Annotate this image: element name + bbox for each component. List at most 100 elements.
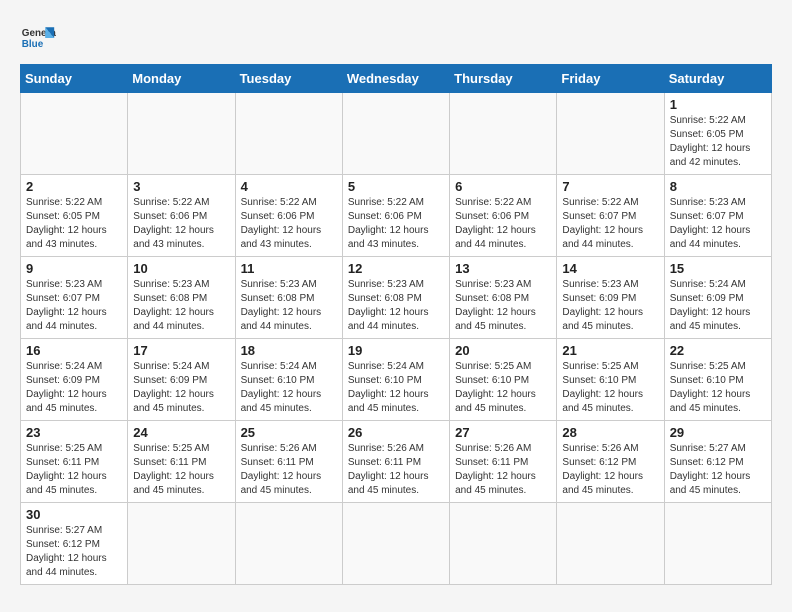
day-number: 28 (562, 425, 658, 440)
day-info: Sunrise: 5:22 AM Sunset: 6:06 PM Dayligh… (455, 196, 551, 252)
page-container: General Blue SundayMondayTuesdayWednesda… (20, 20, 772, 585)
day-number: 12 (348, 261, 444, 276)
day-info: Sunrise: 5:22 AM Sunset: 6:06 PM Dayligh… (133, 196, 229, 252)
day-info: Sunrise: 5:27 AM Sunset: 6:12 PM Dayligh… (26, 524, 122, 580)
calendar-week-4: 16Sunrise: 5:24 AM Sunset: 6:09 PM Dayli… (21, 339, 772, 421)
calendar-cell: 3 Sunrise: 5:22 AM Sunset: 6:06 PM Daylig… (128, 175, 235, 257)
day-info: Sunrise: 5:22 AM Sunset: 6:05 PM Dayligh… (670, 114, 766, 170)
day-info: Sunrise: 5:25 AM Sunset: 6:10 PM Dayligh… (455, 360, 551, 416)
calendar-cell (450, 93, 557, 175)
weekday-header-saturday: Saturday (664, 65, 771, 93)
calendar-cell (342, 93, 449, 175)
day-info: Sunrise: 5:26 AM Sunset: 6:11 PM Dayligh… (348, 442, 444, 498)
calendar-cell: 6Sunrise: 5:22 AM Sunset: 6:06 PM Daylig… (450, 175, 557, 257)
day-info: Sunrise: 5:23 AM Sunset: 6:08 PM Dayligh… (455, 278, 551, 334)
day-number: 13 (455, 261, 551, 276)
calendar-cell (21, 93, 128, 175)
calendar-week-2: 2 Sunrise: 5:22 AM Sunset: 6:05 PM Daylig… (21, 175, 772, 257)
calendar-cell: 2 Sunrise: 5:22 AM Sunset: 6:05 PM Daylig… (21, 175, 128, 257)
day-number: 8 (670, 179, 766, 194)
day-info: Sunrise: 5:23 AM Sunset: 6:09 PM Dayligh… (562, 278, 658, 334)
day-info: Sunrise: 5:23 AM Sunset: 6:08 PM Dayligh… (241, 278, 337, 334)
day-info: Sunrise: 5:22 AM Sunset: 6:06 PM Dayligh… (348, 196, 444, 252)
calendar-week-6: 30 Sunrise: 5:27 AM Sunset: 6:12 PM Dayli… (21, 503, 772, 585)
calendar-cell (235, 93, 342, 175)
day-number: 22 (670, 343, 766, 358)
calendar-week-5: 23 Sunrise: 5:25 AM Sunset: 6:11 PM Dayli… (21, 421, 772, 503)
page-header: General Blue (20, 20, 772, 56)
day-number: 20 (455, 343, 551, 358)
calendar-cell: 21Sunrise: 5:25 AM Sunset: 6:10 PM Dayli… (557, 339, 664, 421)
calendar-cell: 8Sunrise: 5:23 AM Sunset: 6:07 PM Daylig… (664, 175, 771, 257)
day-number: 17 (133, 343, 229, 358)
calendar-cell (128, 93, 235, 175)
calendar-cell: 27Sunrise: 5:26 AM Sunset: 6:11 PM Dayli… (450, 421, 557, 503)
day-info: Sunrise: 5:25 AM Sunset: 6:10 PM Dayligh… (562, 360, 658, 416)
weekday-header-friday: Friday (557, 65, 664, 93)
calendar-cell: 29 Sunrise: 5:27 AM Sunset: 6:12 PM Dayli… (664, 421, 771, 503)
day-info: Sunrise: 5:26 AM Sunset: 6:11 PM Dayligh… (241, 442, 337, 498)
calendar-cell: 24Sunrise: 5:25 AM Sunset: 6:11 PM Dayli… (128, 421, 235, 503)
calendar-cell (450, 503, 557, 585)
calendar-cell: 13 Sunrise: 5:23 AM Sunset: 6:08 PM Dayli… (450, 257, 557, 339)
calendar-cell: 28Sunrise: 5:26 AM Sunset: 6:12 PM Dayli… (557, 421, 664, 503)
day-info: Sunrise: 5:25 AM Sunset: 6:11 PM Dayligh… (26, 442, 122, 498)
day-number: 3 (133, 179, 229, 194)
calendar-cell: 9Sunrise: 5:23 AM Sunset: 6:07 PM Daylig… (21, 257, 128, 339)
day-number: 5 (348, 179, 444, 194)
calendar-cell (557, 503, 664, 585)
day-number: 23 (26, 425, 122, 440)
day-number: 30 (26, 507, 122, 522)
day-info: Sunrise: 5:24 AM Sunset: 6:09 PM Dayligh… (26, 360, 122, 416)
day-number: 2 (26, 179, 122, 194)
weekday-header-monday: Monday (128, 65, 235, 93)
day-info: Sunrise: 5:24 AM Sunset: 6:09 PM Dayligh… (133, 360, 229, 416)
calendar-cell: 1 Sunrise: 5:22 AM Sunset: 6:05 PM Daylig… (664, 93, 771, 175)
day-info: Sunrise: 5:25 AM Sunset: 6:10 PM Dayligh… (670, 360, 766, 416)
calendar-cell: 14 Sunrise: 5:23 AM Sunset: 6:09 PM Dayli… (557, 257, 664, 339)
day-number: 10 (133, 261, 229, 276)
day-number: 26 (348, 425, 444, 440)
day-number: 29 (670, 425, 766, 440)
calendar-cell: 16Sunrise: 5:24 AM Sunset: 6:09 PM Dayli… (21, 339, 128, 421)
day-info: Sunrise: 5:26 AM Sunset: 6:11 PM Dayligh… (455, 442, 551, 498)
calendar-cell: 10 Sunrise: 5:23 AM Sunset: 6:08 PM Dayli… (128, 257, 235, 339)
calendar-cell: 30 Sunrise: 5:27 AM Sunset: 6:12 PM Dayli… (21, 503, 128, 585)
calendar-cell (557, 93, 664, 175)
day-number: 9 (26, 261, 122, 276)
calendar-cell: 22 Sunrise: 5:25 AM Sunset: 6:10 PM Dayli… (664, 339, 771, 421)
day-info: Sunrise: 5:27 AM Sunset: 6:12 PM Dayligh… (670, 442, 766, 498)
day-number: 14 (562, 261, 658, 276)
day-info: Sunrise: 5:23 AM Sunset: 6:08 PM Dayligh… (348, 278, 444, 334)
calendar-cell: 17 Sunrise: 5:24 AM Sunset: 6:09 PM Dayli… (128, 339, 235, 421)
day-info: Sunrise: 5:25 AM Sunset: 6:11 PM Dayligh… (133, 442, 229, 498)
calendar-cell: 23 Sunrise: 5:25 AM Sunset: 6:11 PM Dayli… (21, 421, 128, 503)
day-info: Sunrise: 5:24 AM Sunset: 6:10 PM Dayligh… (241, 360, 337, 416)
day-info: Sunrise: 5:24 AM Sunset: 6:09 PM Dayligh… (670, 278, 766, 334)
calendar-cell: 12 Sunrise: 5:23 AM Sunset: 6:08 PM Dayli… (342, 257, 449, 339)
day-number: 4 (241, 179, 337, 194)
calendar-cell: 19 Sunrise: 5:24 AM Sunset: 6:10 PM Dayli… (342, 339, 449, 421)
weekday-header-sunday: Sunday (21, 65, 128, 93)
day-info: Sunrise: 5:22 AM Sunset: 6:07 PM Dayligh… (562, 196, 658, 252)
day-info: Sunrise: 5:22 AM Sunset: 6:06 PM Dayligh… (241, 196, 337, 252)
calendar-week-3: 9Sunrise: 5:23 AM Sunset: 6:07 PM Daylig… (21, 257, 772, 339)
weekday-header-thursday: Thursday (450, 65, 557, 93)
logo: General Blue (20, 20, 56, 56)
day-info: Sunrise: 5:22 AM Sunset: 6:05 PM Dayligh… (26, 196, 122, 252)
calendar-cell (128, 503, 235, 585)
day-number: 15 (670, 261, 766, 276)
calendar-cell (664, 503, 771, 585)
calendar-cell (235, 503, 342, 585)
calendar-cell: 20 Sunrise: 5:25 AM Sunset: 6:10 PM Dayli… (450, 339, 557, 421)
weekday-header-tuesday: Tuesday (235, 65, 342, 93)
calendar-cell: 15 Sunrise: 5:24 AM Sunset: 6:09 PM Dayli… (664, 257, 771, 339)
day-number: 1 (670, 97, 766, 112)
day-info: Sunrise: 5:23 AM Sunset: 6:08 PM Dayligh… (133, 278, 229, 334)
day-number: 19 (348, 343, 444, 358)
calendar-cell: 7Sunrise: 5:22 AM Sunset: 6:07 PM Daylig… (557, 175, 664, 257)
calendar-cell (342, 503, 449, 585)
calendar-cell: 4 Sunrise: 5:22 AM Sunset: 6:06 PM Daylig… (235, 175, 342, 257)
day-number: 18 (241, 343, 337, 358)
day-info: Sunrise: 5:24 AM Sunset: 6:10 PM Dayligh… (348, 360, 444, 416)
